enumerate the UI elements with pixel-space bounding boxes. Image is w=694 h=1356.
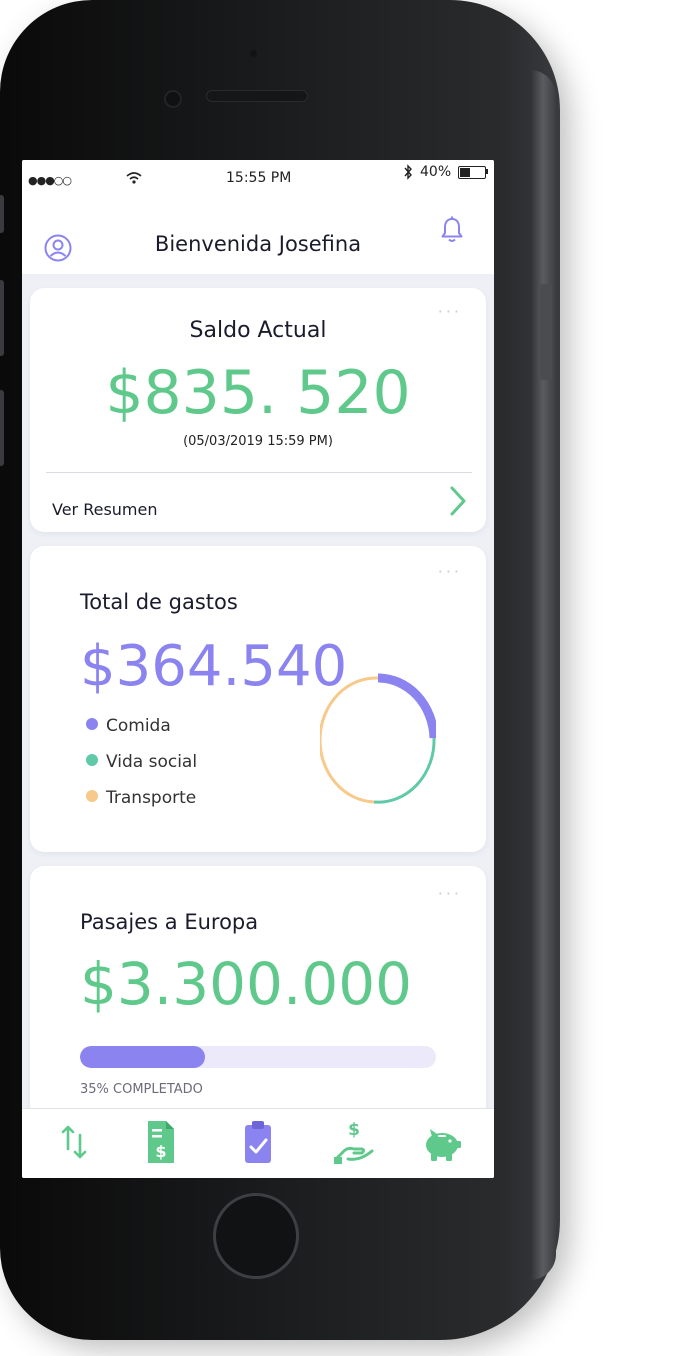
donut-segment-transport: [320, 676, 379, 804]
card-menu-button[interactable]: ···: [438, 884, 462, 903]
hand-dollar-icon: $: [334, 1120, 374, 1164]
power-button: [540, 284, 552, 380]
front-camera: [164, 90, 182, 108]
tab-payments[interactable]: $: [334, 1119, 374, 1165]
chevron-right-icon[interactable]: [448, 484, 468, 518]
phone-frame: ●●●○○ 15:55 PM 40% Bienvenida Josefina ·…: [0, 0, 560, 1340]
balance-amount: $835. 520: [105, 358, 411, 428]
goal-title: Pasajes a Europa: [80, 910, 259, 934]
battery-cap: [486, 169, 488, 174]
legend-dot: [86, 754, 98, 766]
legend-item-transport: Transporte: [86, 788, 196, 808]
bluetooth-icon: [402, 164, 414, 184]
expenses-card: ··· Total de gastos $364.540 Comida Vida…: [30, 546, 486, 852]
battery-icon: [458, 166, 486, 179]
phone-rim: [530, 70, 556, 1280]
app-screen: ●●●○○ 15:55 PM 40% Bienvenida Josefina ·…: [22, 160, 494, 1178]
divider: [46, 472, 472, 473]
legend-dot: [86, 718, 98, 730]
legend-label: Vida social: [106, 752, 198, 772]
invoice-dollar-icon: $: [148, 1121, 174, 1163]
legend-item-social: Vida social: [86, 752, 197, 772]
balance-date: (05/03/2019 15:59 PM): [183, 434, 333, 449]
tab-transfers[interactable]: [54, 1119, 94, 1165]
expenses-title: Total de gastos: [80, 590, 238, 614]
status-time: 15:55 PM: [226, 170, 292, 186]
legend-dot: [86, 790, 98, 802]
tab-invoices[interactable]: $: [140, 1119, 180, 1165]
legend-label: Transporte: [106, 788, 197, 808]
legend-label: Comida: [106, 716, 171, 736]
goal-amount: $3.300.000: [80, 950, 413, 1018]
battery-percentage: 40%: [420, 164, 452, 180]
proximity-sensor: [250, 50, 257, 57]
transfer-arrows-icon: [61, 1125, 87, 1159]
tab-savings[interactable]: [422, 1119, 462, 1165]
donut-segment-food: [377, 673, 436, 739]
notification-bell-icon[interactable]: [440, 216, 464, 244]
home-button[interactable]: [213, 1193, 299, 1279]
expenses-amount: $364.540: [80, 634, 348, 699]
page-title: Bienvenida Josefina: [154, 232, 362, 256]
view-summary-link[interactable]: Ver Resumen: [52, 500, 158, 519]
svg-text:$: $: [348, 1120, 360, 1140]
status-bar: ●●●○○ 15:55 PM 40%: [22, 160, 494, 194]
expenses-donut-chart: [320, 673, 436, 804]
goal-progress-fill: [80, 1046, 205, 1068]
balance-title: Saldo Actual: [189, 318, 327, 343]
volume-up-button: [0, 280, 4, 356]
tab-tasks[interactable]: [238, 1119, 278, 1165]
mute-switch: [0, 195, 4, 233]
legend-item-food: Comida: [86, 716, 171, 736]
earpiece-speaker: [206, 90, 308, 102]
signal-strength: ●●●○○: [28, 174, 72, 187]
donut-segment-social: [373, 737, 436, 804]
balance-card: ··· Saldo Actual $835. 520 (05/03/2019 1…: [30, 288, 486, 532]
bottom-tab-bar: $ $: [22, 1108, 494, 1178]
clipboard-check-icon: [245, 1121, 271, 1163]
volume-down-button: [0, 390, 4, 466]
piggy-bank-icon: [426, 1129, 461, 1161]
card-menu-button[interactable]: ···: [438, 562, 462, 581]
goal-progress-bar: [80, 1046, 436, 1068]
wifi-icon: [126, 172, 142, 188]
goal-progress-label: 35% COMPLETADO: [80, 1082, 203, 1097]
svg-text:$: $: [155, 1142, 166, 1161]
app-header: Bienvenida Josefina: [22, 194, 494, 274]
